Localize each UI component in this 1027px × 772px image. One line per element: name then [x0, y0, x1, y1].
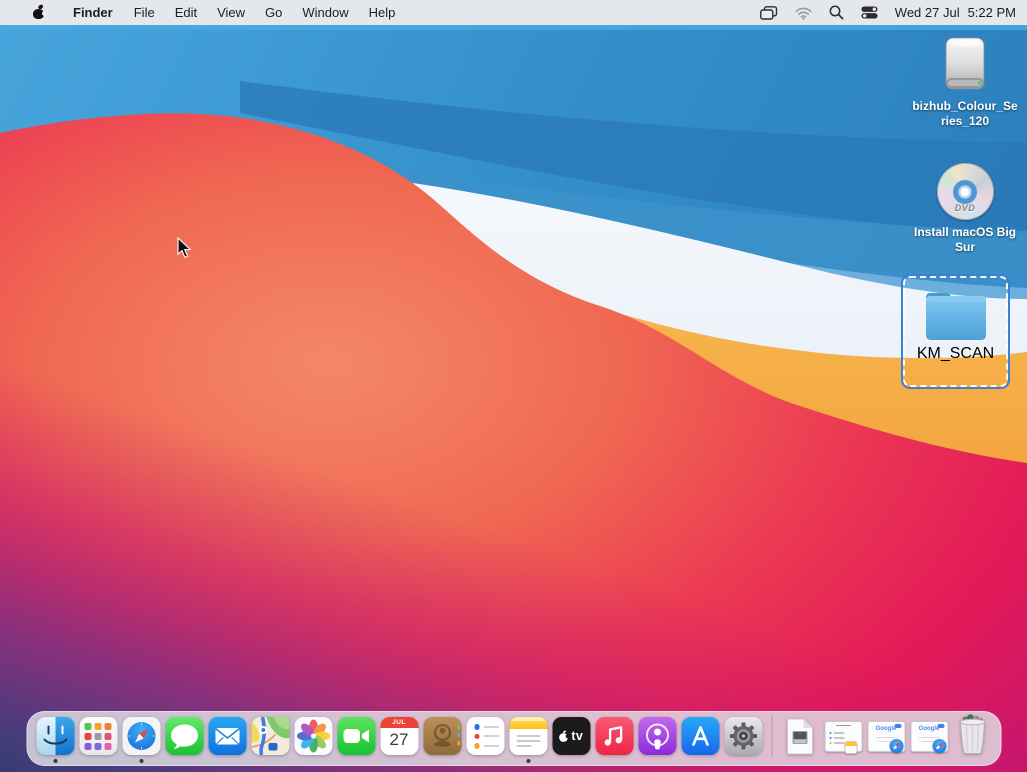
- menu-file[interactable]: File: [124, 0, 165, 25]
- wifi-icon[interactable]: [795, 6, 812, 20]
- dock-messages-icon[interactable]: [165, 717, 203, 755]
- dock-tv-icon[interactable]: tv: [552, 717, 590, 755]
- dock-podcasts-icon[interactable]: [638, 717, 676, 755]
- menubar-clock[interactable]: Wed 27 Jul 5:22 PM: [895, 5, 1016, 20]
- dock-maps-icon[interactable]: [251, 717, 289, 755]
- dock-divider: [771, 715, 772, 757]
- mouse-cursor-arrow: [177, 237, 192, 259]
- apple-menu[interactable]: [21, 0, 62, 25]
- menu-edit[interactable]: Edit: [165, 0, 207, 25]
- dock-launchpad-icon[interactable]: [79, 717, 117, 755]
- dock-minimized-safari-window-1[interactable]: Google: [867, 717, 905, 755]
- dock: JUL 27: [26, 711, 1001, 766]
- clock-time: 5:22 PM: [968, 5, 1016, 20]
- folder-icon: [918, 287, 994, 345]
- dock-safari-icon[interactable]: [122, 717, 160, 755]
- dock-system-preferences-icon[interactable]: [724, 717, 762, 755]
- menu-finder[interactable]: Finder: [62, 0, 124, 25]
- menu-help[interactable]: Help: [359, 0, 406, 25]
- desktop-icon-label: Install macOS Big Sur: [914, 225, 1016, 254]
- dock-calendar-icon[interactable]: JUL 27: [380, 717, 418, 755]
- dock-minimized-safari-window-2[interactable]: Google: [910, 717, 948, 755]
- desktop-icon-label: bizhub_Colour_Se ries_120: [912, 99, 1017, 128]
- dock-app-store-icon[interactable]: [681, 717, 719, 755]
- dock-trash-icon[interactable]: [953, 717, 991, 755]
- apple-logo-icon: [31, 5, 46, 20]
- menu-window[interactable]: Window: [292, 0, 358, 25]
- dock-finder-icon[interactable]: [36, 717, 74, 755]
- desktop-icon-install-macos[interactable]: DVD Install macOS Big Sur: [904, 163, 1026, 254]
- notes-badge-icon: [844, 741, 857, 754]
- control-center-icon[interactable]: [861, 6, 878, 19]
- wallpaper-big-sur: [0, 25, 1027, 772]
- dock-music-icon[interactable]: [595, 717, 633, 755]
- apple-glyph: [559, 730, 570, 743]
- desktop-icon-km-scan-selected[interactable]: KM_SCAN: [903, 276, 1008, 387]
- dock-document-icon[interactable]: [781, 717, 819, 755]
- dock-photos-icon[interactable]: [294, 717, 332, 755]
- tv-label: tv: [571, 729, 583, 743]
- dock-notes-icon[interactable]: [509, 717, 547, 755]
- overlapping-windows-icon[interactable]: [760, 6, 778, 20]
- menu-bar: Finder File Edit View Go Window Help: [0, 0, 1027, 25]
- external-drive-icon: [941, 36, 989, 94]
- dvd-disc-icon: DVD: [937, 163, 994, 220]
- dock-contacts-icon[interactable]: [423, 717, 461, 755]
- safari-badge-icon: [889, 739, 903, 753]
- dock-facetime-icon[interactable]: [337, 717, 375, 755]
- menu-view[interactable]: View: [207, 0, 255, 25]
- clock-date: Wed 27 Jul: [895, 5, 960, 20]
- menu-go[interactable]: Go: [255, 0, 292, 25]
- desktop-icon-bizhub-drive[interactable]: bizhub_Colour_Se ries_120: [904, 36, 1026, 128]
- calendar-day: 27: [380, 730, 418, 750]
- safari-badge-icon: [932, 739, 946, 753]
- desktop-icon-label: KM_SCAN: [917, 345, 994, 363]
- calendar-month: JUL: [380, 719, 418, 726]
- dock-minimized-notes-window[interactable]: [824, 717, 862, 755]
- dock-mail-icon[interactable]: [208, 717, 246, 755]
- spotlight-search-icon[interactable]: [829, 5, 844, 20]
- dvd-text: DVD: [955, 203, 976, 213]
- dock-reminders-icon[interactable]: [466, 717, 504, 755]
